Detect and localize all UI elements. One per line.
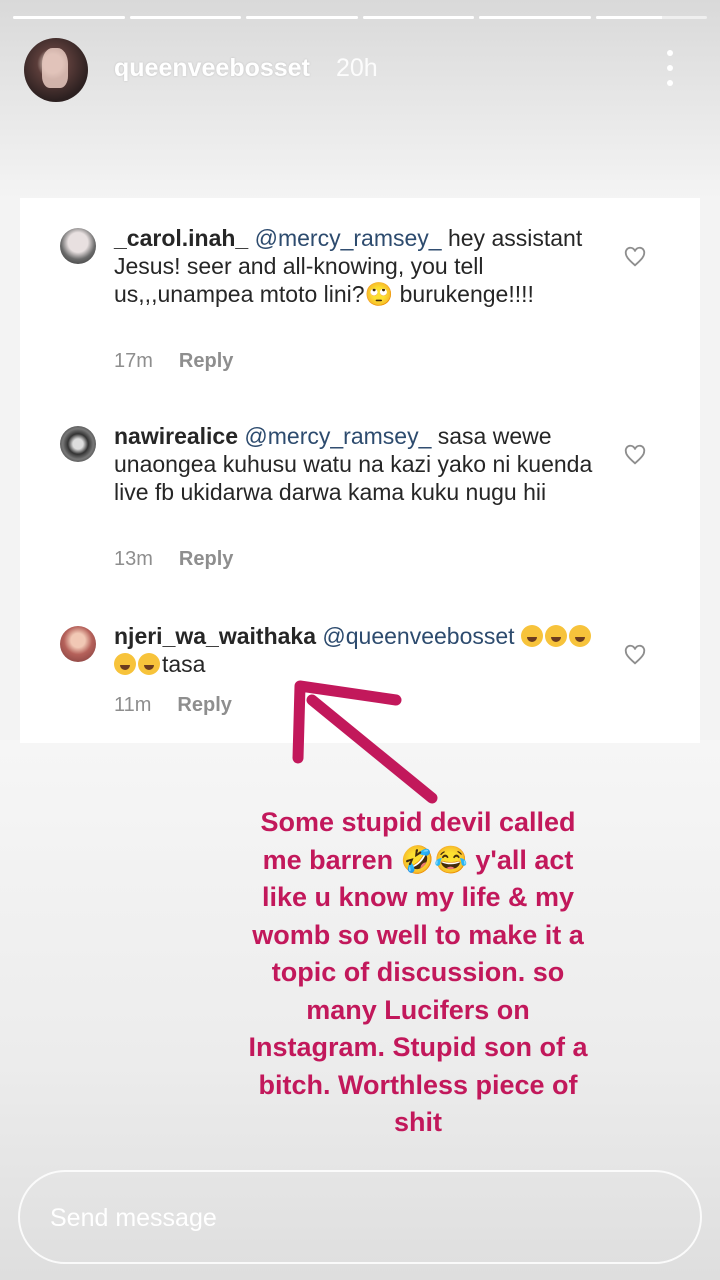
comment-text: _carol.inah_ @mercy_ramsey_ hey assistan… (114, 224, 614, 308)
comment-meta: 13m Reply (114, 548, 233, 571)
comment-text: nawirealice @mercy_ramsey_ sasa wewe una… (114, 422, 614, 506)
progress-segment (129, 16, 241, 19)
laughing-emoji-icon (568, 625, 591, 647)
comment-body: tasa (162, 651, 206, 677)
comment-mention[interactable]: @mercy_ramsey_ (244, 423, 431, 449)
heart-icon[interactable] (624, 644, 646, 666)
avatar (60, 426, 96, 462)
comment-mention[interactable]: @queenveebosset (322, 623, 514, 649)
send-message-input[interactable]: Send message (18, 1170, 702, 1264)
heart-icon[interactable] (624, 246, 646, 268)
comment-time: 13m (114, 548, 153, 570)
progress-segment (246, 16, 358, 19)
story-progress (13, 16, 707, 19)
send-message-placeholder: Send message (50, 1204, 217, 1232)
comment-mention[interactable]: @mercy_ramsey_ (255, 225, 442, 251)
reply-button[interactable]: Reply (179, 350, 233, 372)
comment-username[interactable]: njeri_wa_waithaka (114, 623, 316, 649)
reply-button[interactable]: Reply (179, 548, 233, 570)
progress-segment (479, 16, 591, 19)
comment-username[interactable]: _carol.inah_ (114, 225, 248, 251)
comment-time: 17m (114, 350, 153, 372)
comment-username[interactable]: nawirealice (114, 423, 238, 449)
comment-text: njeri_wa_waithaka @queenveebosset tasa (114, 622, 614, 678)
progress-segment (362, 16, 474, 19)
story-avatar[interactable] (24, 38, 88, 102)
story-caption: Some stupid devil called me barren 🤣😂 y'… (248, 807, 588, 1137)
avatar (60, 626, 96, 662)
progress-segment (13, 16, 125, 19)
laughing-emoji-icon (520, 625, 543, 647)
comment-meta: 17m Reply (114, 350, 233, 373)
story-background-top (0, 0, 720, 200)
more-options-icon[interactable] (660, 50, 680, 86)
laughing-emoji-icon (544, 625, 567, 647)
laughing-emoji-icon (114, 653, 136, 675)
comment-time: 11m (114, 694, 152, 716)
progress-segment (595, 16, 707, 19)
avatar (60, 228, 96, 264)
reply-button: Reply (177, 694, 232, 716)
comments-screenshot: _carol.inah_ @mercy_ramsey_ hey assistan… (20, 198, 700, 743)
comment-meta: 11m Reply (114, 694, 232, 717)
laughing-emoji-icon (138, 653, 160, 675)
heart-icon[interactable] (624, 444, 646, 466)
story-time: 20h (336, 54, 378, 82)
story-username[interactable]: queenveebosset (114, 54, 310, 83)
